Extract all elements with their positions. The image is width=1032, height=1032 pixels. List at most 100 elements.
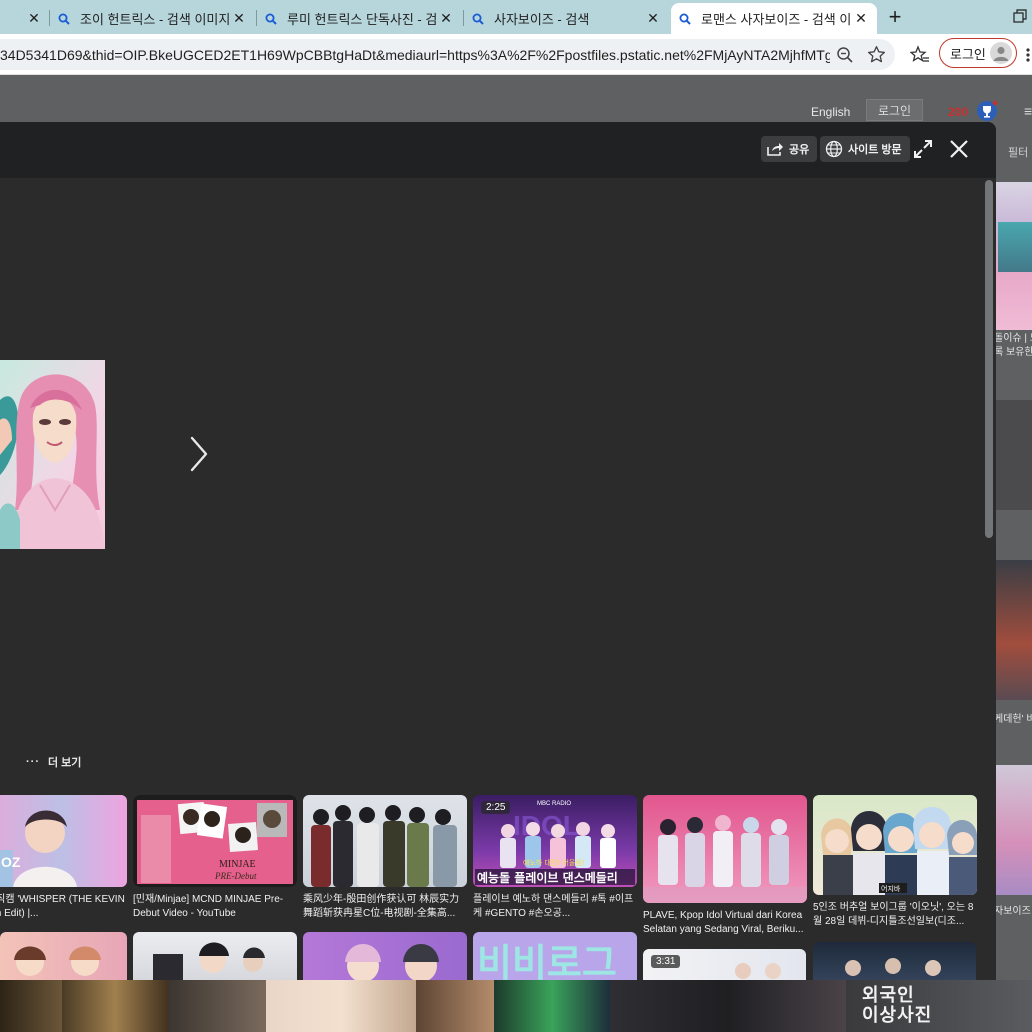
main-image[interactable]	[0, 360, 105, 549]
related-card[interactable]: 乘风少年-殷田创作获认可 林辰实力舞蹈斩获冉星C位-电视剧-全集高...	[303, 795, 467, 921]
close-icon[interactable]: ✕	[436, 9, 456, 29]
search-icon	[677, 11, 693, 27]
thumb-text: 예능돌 플레이브 댄스메들리	[477, 870, 618, 885]
related-caption[interactable]: PLAVE, Kpop Idol Virtual dari Korea Sela…	[643, 909, 807, 937]
close-icon[interactable]: ✕	[643, 9, 663, 29]
reading-list-icon[interactable]	[909, 45, 930, 65]
related-thumbnail[interactable]	[303, 932, 467, 980]
close-icon[interactable]: ✕	[851, 9, 871, 29]
login-label: 로그인	[950, 46, 986, 62]
bg-thumb	[266, 980, 416, 1032]
close-icon[interactable]: ✕	[229, 9, 249, 29]
related-thumbnail[interactable]	[0, 932, 127, 980]
zoom-icon[interactable]	[836, 46, 854, 64]
viewer-header: 공유 사이트 방문	[0, 122, 996, 178]
related-card[interactable]: MINJAE PRE-Debut [민재/Minjae] MCND MINJAE…	[133, 795, 297, 921]
tab-1[interactable]: 조이 헌트릭스 - 검색 이미지 ✕	[50, 3, 255, 34]
thumb-text: 예노하 대전! 어울림!	[523, 858, 585, 867]
tab-3[interactable]: 사자보이즈 - 검색 ✕	[464, 3, 669, 34]
bing-login-button[interactable]: 로그인	[866, 99, 923, 121]
tab-strip: ✕ 조이 헌트릭스 - 검색 이미지 ✕ 루미 헌트릭스 단독사진 - 검 ✕ …	[0, 0, 1032, 34]
background-result-caption: 돌이슈 | 드록 보유한	[994, 332, 1032, 360]
filter-button[interactable]: 필터	[1008, 144, 1028, 160]
thumb-text: MINJAE	[219, 859, 256, 870]
related-thumbnail[interactable]: 어지바	[813, 795, 977, 895]
profile-login-button[interactable]: 로그인	[939, 38, 1017, 68]
search-icon	[56, 11, 72, 27]
bookmark-star-icon[interactable]	[867, 45, 886, 64]
related-card[interactable]: PLAVE, Kpop Idol Virtual dari Korea Sela…	[643, 795, 807, 937]
related-thumbnail[interactable]: MINJAE PRE-Debut	[133, 795, 297, 887]
related-caption[interactable]: 플레이브 예노하 댄스메들리 #톡 #이프케 #GENTO #손오공...	[473, 893, 637, 921]
related-thumbnail[interactable]	[133, 932, 297, 980]
bg-thumb	[0, 980, 62, 1032]
related-thumbnail[interactable]	[813, 942, 976, 980]
related-caption[interactable]: 5인조 버추얼 보이그룹 '이오닛', 오는 8월 28일 데뷔-디지틀조선일보…	[813, 901, 977, 929]
related-caption[interactable]: [민재/Minjae] MCND MINJAE Pre-Debut Video …	[133, 893, 297, 921]
bg-thumb	[610, 980, 846, 1032]
url-text[interactable]: 34D5341D69&thid=OIP.BkeUGCED2ET1H69WpCBB…	[0, 47, 830, 63]
background-overlay-text: 외국인 이상사진	[862, 985, 932, 1025]
thumb-text: IDOL	[513, 810, 580, 841]
related-card[interactable]: OZ 즈 케빈 직캠 'WHISPER (THE KEVIN FanCam Ed…	[0, 795, 127, 921]
related-thumbnail[interactable]: OZ	[0, 795, 127, 887]
related-thumbnail[interactable]	[303, 795, 467, 887]
next-image-arrow-icon[interactable]	[184, 432, 214, 476]
hamburger-menu-icon[interactable]: ≡	[1024, 103, 1032, 119]
tab-title: 루미 헌트릭스 단독사진 - 검	[287, 12, 436, 27]
search-icon	[263, 11, 279, 27]
overlay-text-line: 이상사진	[862, 1005, 933, 1025]
restore-window-icon[interactable]	[1012, 8, 1028, 24]
overlay-text-line: 외국인	[862, 985, 915, 1005]
related-thumbnail[interactable]: 비비로그	[473, 932, 637, 980]
globe-icon	[825, 140, 843, 158]
thumb-text: PRE-Debut	[214, 871, 257, 881]
background-result-thumbnail	[996, 400, 1032, 510]
related-caption[interactable]: 乘风少年-殷田创作获认可 林辰实力舞蹈斩获冉星C位-电视剧-全集高...	[303, 893, 467, 921]
address-bar: 34D5341D69&thid=OIP.BkeUGCED2ET1H69WpCBB…	[0, 34, 1032, 75]
tab-partial[interactable]: ✕	[0, 3, 50, 34]
related-thumbnail[interactable]	[643, 795, 807, 903]
background-result-caption: 케데헌' 비	[994, 714, 1032, 725]
close-icon[interactable]: ✕	[24, 9, 44, 29]
background-result-thumbnail	[996, 560, 1032, 700]
thumb-text: MBC RADIO	[537, 801, 571, 807]
caption-line: 돌이슈 | 드	[994, 333, 1032, 344]
visit-site-button[interactable]: 사이트 방문	[820, 136, 910, 162]
expand-icon[interactable]	[912, 138, 934, 160]
tab-4-active[interactable]: 로맨스 사자보이즈 - 검색 이 ✕	[671, 3, 877, 34]
new-tab-button[interactable]: +	[883, 4, 907, 29]
more-dots-icon: ···	[26, 756, 40, 768]
bg-thumb	[62, 980, 168, 1032]
browser-menu-icon[interactable]	[1024, 46, 1032, 64]
duration-badge: 3:31	[651, 955, 681, 968]
share-icon	[767, 143, 783, 156]
close-viewer-icon[interactable]	[948, 138, 970, 160]
related-thumbnail[interactable]: MBC RADIO IDOL 예노하 대전! 어울림! 예능돌 플레이브 댄스메…	[473, 795, 637, 887]
related-caption[interactable]: 즈 케빈 직캠 'WHISPER (THE KEVIN FanCam Edit)…	[0, 893, 127, 921]
thumb-text: 비비로그	[477, 941, 617, 980]
tab-title: 사자보이즈 - 검색	[494, 12, 590, 27]
image-detail-viewer: 공유 사이트 방문 ··· 더 보기 OZ 직캠 'WHISPER (THE K…	[0, 122, 996, 980]
visit-site-label: 사이트 방문	[848, 144, 902, 156]
background-result-caption: 자보이즈	[994, 906, 1031, 917]
language-link[interactable]: English	[811, 105, 850, 119]
bg-thumb	[494, 980, 610, 1032]
share-label: 공유	[789, 144, 810, 156]
viewer-scrollbar[interactable]	[985, 180, 993, 538]
tab-2[interactable]: 루미 헌트릭스 단독사진 - 검 ✕	[257, 3, 462, 34]
share-button[interactable]: 공유	[761, 136, 818, 162]
more-button[interactable]: ··· 더 보기	[26, 754, 81, 770]
rewards-points: 200	[948, 105, 969, 119]
related-thumbnail[interactable]: 3:31	[643, 949, 806, 980]
more-label: 더 보기	[48, 757, 82, 769]
rewards-trophy-icon[interactable]	[976, 100, 998, 122]
omnibox[interactable]: 34D5341D69&thid=OIP.BkeUGCED2ET1H69WpCBB…	[0, 39, 895, 70]
duration-badge: 2:25	[481, 801, 511, 814]
bg-thumb	[168, 980, 266, 1032]
search-icon	[470, 11, 486, 27]
thumb-text: OZ	[1, 854, 21, 870]
related-card[interactable]: 어지바 5인조 버추얼 보이그룹 '이오닛', 오는 8월 28일 데뷔-디지틀…	[813, 795, 977, 929]
related-card[interactable]: MBC RADIO IDOL 예노하 대전! 어울림! 예능돌 플레이브 댄스메…	[473, 795, 637, 921]
caption-line: 록 보유한	[994, 347, 1032, 358]
